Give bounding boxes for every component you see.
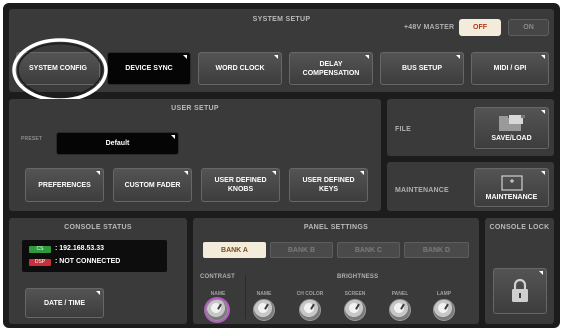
ch-color-knob[interactable] [299,299,321,321]
date-time-label: DATE / TIME [43,299,86,307]
brightness-label: BRIGHTNESS [337,274,379,280]
preset-value: Default [105,140,130,147]
bank-b-label: BANK B [287,246,316,254]
file-title: FILE [395,126,411,133]
knob-indicator [355,303,360,310]
setup-screen: SYSTEM SETUP +48V MASTER OFF ON SYSTEM C… [3,3,560,328]
popup-marker-icon [171,135,175,139]
user-setup-title: USER SETUP [171,105,219,112]
phantom-on-label: ON [523,24,534,31]
maintenance-button[interactable]: MAINTENANCE [474,168,549,207]
highlight-ring [12,38,108,102]
knob-indicator [217,303,222,310]
midi-gpi-button[interactable]: MIDI / GPI [471,52,549,85]
ch-color-knob-label: CH COLOR [296,291,324,297]
save-load-button[interactable]: SAVE/LOAD [474,107,549,149]
screen-knob[interactable] [344,299,366,321]
midi-gpi-label: MIDI / GPI [493,65,527,72]
preset-label: PRESET [21,136,43,142]
panel-knob[interactable] [389,299,411,321]
knob-indicator [264,303,269,310]
bank-d-label: BANK D [422,246,451,254]
popup-marker-icon [96,171,100,175]
delay-compensation-label: DELAY COMPENSATION [302,60,360,77]
save-load-label: SAVE/LOAD [491,135,532,142]
date-time-button[interactable]: DATE / TIME [25,288,104,318]
screen-knob-label: SCREEN [344,291,366,297]
dsp-badge: DSP [29,259,51,266]
popup-marker-icon [456,55,460,59]
knob-indicator [444,303,449,310]
cs-badge: CS [29,246,51,253]
phantom-off-button[interactable]: OFF [459,19,501,36]
delay-compensation-button[interactable]: DELAY COMPENSATION [289,52,373,85]
preferences-button[interactable]: PREFERENCES [25,168,104,202]
knob-indicator [400,303,405,310]
maintenance-panel: MAINTENANCE MAINTENANCE [387,162,554,211]
brightness-name-knob[interactable] [253,299,275,321]
maintenance-title: MAINTENANCE [395,187,449,194]
popup-marker-icon [360,171,364,175]
bank-d-button[interactable]: BANK D [404,242,469,258]
phantom-power-label: +48V MASTER [404,24,455,31]
preferences-label: PREFERENCES [38,181,91,189]
bank-a-button[interactable]: BANK A [203,242,266,258]
word-clock-button[interactable]: WORD CLOCK [198,52,282,85]
user-defined-keys-label: USER DEFINED KEYS [302,177,355,193]
lamp-knob-label: LAMP [436,291,452,297]
bank-b-button[interactable]: BANK B [270,242,333,258]
status-display: CS : 192.168.53.33 DSP : NOT CONNECTED [22,240,167,272]
bank-c-label: BANK C [354,246,383,254]
contrast-label: CONTRAST [200,274,235,280]
user-defined-keys-button[interactable]: USER DEFINED KEYS [289,168,368,202]
popup-marker-icon [541,55,545,59]
console-lock-title: CONSOLE LOCK [489,224,550,231]
lock-icon [512,278,528,302]
popup-marker-icon [272,171,276,175]
popup-marker-icon [184,171,188,175]
device-sync-button[interactable]: DEVICE SYNC [107,52,191,85]
bank-a-label: BANK A [221,246,248,254]
contrast-divider [245,275,246,319]
phantom-on-button[interactable]: ON [508,19,549,36]
console-lock-button[interactable] [493,268,547,314]
word-clock-label: WORD CLOCK [215,65,265,72]
user-defined-knobs-label: USER DEFINED KNOBS [214,177,267,193]
file-panel: FILE SAVE/LOAD [387,99,554,156]
brightness-name-knob-label: NAME [256,291,272,297]
panel-settings-title: PANEL SETTINGS [303,224,369,231]
bus-setup-label: BUS SETUP [401,65,443,72]
custom-fader-button[interactable]: CUSTOM FADER [113,168,192,202]
popup-marker-icon [541,110,545,114]
popup-marker-icon [183,55,187,59]
panel-knob-label: PANEL [391,291,409,297]
phantom-off-label: OFF [473,24,487,31]
contrast-name-knob[interactable] [206,299,228,321]
tools-icon [501,175,523,191]
console-lock-panel: CONSOLE LOCK [485,218,554,324]
maintenance-label: MAINTENANCE [485,194,538,201]
lamp-knob[interactable] [433,299,455,321]
panel-settings-panel: PANEL SETTINGS BANK A BANK B BANK C BANK… [193,218,479,324]
popup-marker-icon [365,55,369,59]
popup-marker-icon [539,271,543,275]
cs-address: : 192.168.53.33 [55,245,105,252]
contrast-name-knob-label: NAME [210,291,226,297]
folder-icon [499,115,525,131]
bank-c-button[interactable]: BANK C [337,242,400,258]
user-setup-panel: USER SETUP PRESET Default PREFERENCES CU… [9,99,381,211]
preset-selector[interactable]: Default [56,132,179,155]
popup-marker-icon [274,55,278,59]
device-sync-label: DEVICE SYNC [125,65,173,72]
popup-marker-icon [96,291,100,295]
custom-fader-label: CUSTOM FADER [124,181,181,189]
console-status-panel: CONSOLE STATUS CS : 192.168.53.33 DSP : … [9,218,187,324]
console-status-title: CONSOLE STATUS [64,224,132,231]
user-defined-knobs-button[interactable]: USER DEFINED KNOBS [201,168,280,202]
bus-setup-button[interactable]: BUS SETUP [380,52,464,85]
dsp-status: : NOT CONNECTED [55,258,121,265]
knob-indicator [310,303,315,310]
popup-marker-icon [541,171,545,175]
